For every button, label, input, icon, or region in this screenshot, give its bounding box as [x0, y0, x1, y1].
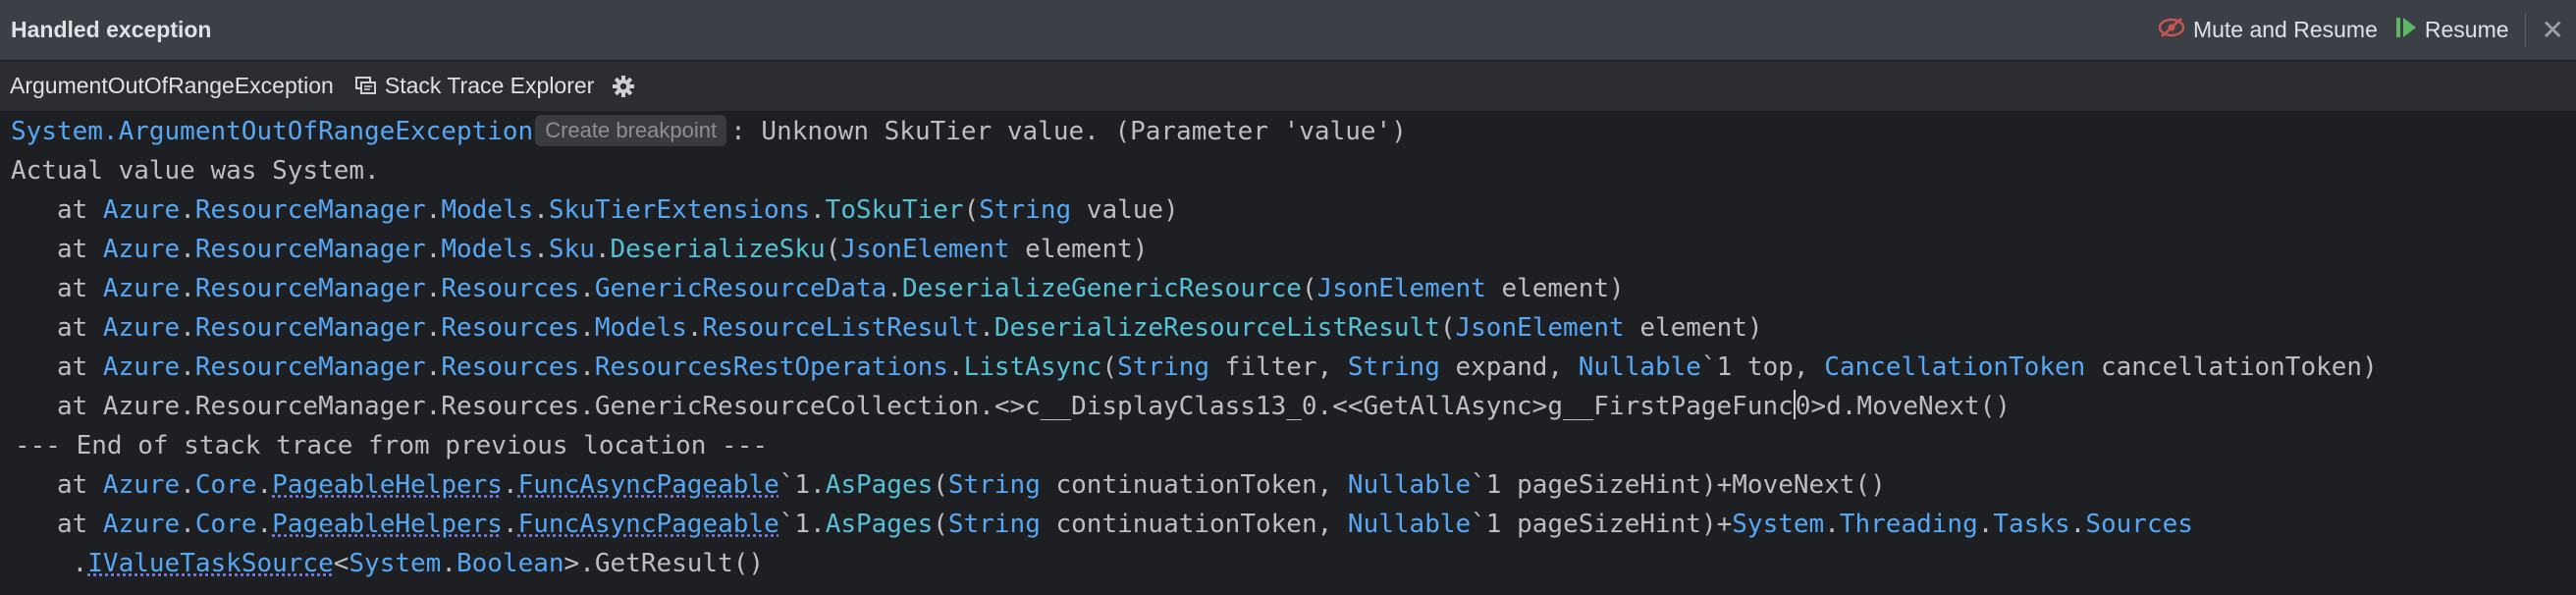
trace-separator: --- End of stack trace from previous loc…: [15, 431, 769, 460]
settings-gear-icon[interactable]: [612, 75, 635, 98]
stack-frame: at Azure.ResourceManager.Models.Sku.Dese…: [11, 235, 1149, 264]
type-link[interactable]: String: [1117, 352, 1209, 382]
resume-icon: [2395, 16, 2417, 45]
namespace-link[interactable]: Resources: [441, 313, 579, 343]
exception-line: System.ArgumentOutOfRangeException Create…: [11, 112, 1407, 151]
stack-frame: at Azure.Core.PageableHelpers.FuncAsyncP…: [11, 470, 1886, 500]
stack-frame: at Azure.ResourceManager.Models.SkuTierE…: [11, 195, 1179, 225]
stack-trace-explorer-label: Stack Trace Explorer: [384, 73, 595, 98]
namespace-link[interactable]: Tasks: [1993, 510, 2069, 539]
stack-trace-explorer-button[interactable]: Stack Trace Explorer: [354, 73, 595, 99]
type-link[interactable]: Sku: [549, 235, 595, 264]
exception-message: : Unknown SkuTier value. (Parameter 'val…: [730, 117, 1407, 146]
type-link[interactable]: JsonElement: [840, 235, 1009, 264]
type-link[interactable]: Nullable: [1348, 470, 1471, 500]
namespace-link[interactable]: System: [349, 549, 441, 578]
type-link[interactable]: Nullable: [1348, 510, 1471, 539]
stack-frame: at Azure.ResourceManager.Resources.Resou…: [11, 352, 2378, 382]
type-link[interactable]: String: [979, 195, 1071, 225]
type-link[interactable]: String: [948, 470, 1041, 500]
type-link[interactable]: GenericResourceData: [595, 274, 886, 303]
stack-trace-view[interactable]: System.ArgumentOutOfRangeException Create…: [0, 112, 2576, 595]
type-link[interactable]: FuncAsyncPageable: [518, 470, 779, 500]
namespace-link[interactable]: Azure: [103, 510, 180, 539]
namespace-link[interactable]: Threading: [1840, 510, 1978, 539]
create-breakpoint-button[interactable]: Create breakpoint: [535, 115, 727, 146]
type-link[interactable]: JsonElement: [1317, 274, 1486, 303]
type-link[interactable]: PageableHelpers: [272, 510, 503, 539]
type-link[interactable]: String: [1348, 352, 1440, 382]
namespace-link[interactable]: Azure: [103, 352, 180, 382]
stack-frame-unresolved: at Azure.ResourceManager.Resources.Gener…: [11, 390, 2011, 421]
stack-frame: at Azure.Core.PageableHelpers.FuncAsyncP…: [11, 510, 2193, 539]
mute-and-resume-button[interactable]: Mute and Resume: [2158, 17, 2378, 44]
namespace-link[interactable]: Azure: [103, 235, 180, 264]
namespace-link[interactable]: Models: [595, 313, 687, 343]
resume-label: Resume: [2424, 17, 2509, 42]
namespace-link[interactable]: Azure: [103, 195, 180, 225]
mute-and-resume-label: Mute and Resume: [2192, 17, 2378, 42]
resume-button[interactable]: Resume: [2395, 16, 2509, 45]
namespace-link[interactable]: Sources: [2085, 510, 2193, 539]
dialog-title: Handled exception: [11, 17, 212, 42]
type-link[interactable]: String: [948, 510, 1041, 539]
exception-header: Handled exception Mute and Resume Resume: [0, 0, 2576, 61]
type-link[interactable]: FuncAsyncPageable: [518, 510, 779, 539]
close-icon[interactable]: ✕: [2542, 14, 2564, 46]
exception-toolbar: ArgumentOutOfRangeException Stack Trace …: [0, 61, 2576, 112]
method-link[interactable]: ToSkuTier: [826, 195, 964, 225]
method-link[interactable]: AsPages: [826, 510, 934, 539]
method-link[interactable]: DeserializeGenericResource: [902, 274, 1302, 303]
method-link[interactable]: ListAsync: [964, 352, 1102, 382]
namespace-link[interactable]: System: [1732, 510, 1824, 539]
exception-name: ArgumentOutOfRangeException: [10, 73, 334, 98]
namespace-link[interactable]: Azure: [103, 274, 180, 303]
namespace-link[interactable]: Models: [441, 195, 533, 225]
namespace-link[interactable]: ResourceManager: [195, 235, 426, 264]
namespace-link[interactable]: ResourceManager: [195, 195, 426, 225]
namespace-link[interactable]: Core: [195, 510, 257, 539]
method-link[interactable]: DeserializeResourceListResult: [994, 313, 1440, 343]
type-link[interactable]: PageableHelpers: [272, 470, 503, 500]
exception-type-link[interactable]: System.ArgumentOutOfRangeException: [11, 117, 533, 146]
stack-frame-continuation: .IValueTaskSource<System.Boolean>.GetRes…: [11, 549, 765, 578]
method-link[interactable]: DeserializeSku: [611, 235, 826, 264]
stack-frame: at Azure.ResourceManager.Resources.Model…: [11, 313, 1763, 343]
namespace-link[interactable]: Resources: [441, 352, 579, 382]
type-link[interactable]: Nullable: [1579, 352, 1701, 382]
type-link[interactable]: ResourcesRestOperations: [595, 352, 948, 382]
mute-breakpoints-icon: [2158, 17, 2185, 44]
namespace-link[interactable]: ResourceManager: [195, 274, 426, 303]
namespace-link[interactable]: Azure: [103, 313, 180, 343]
namespace-link[interactable]: Azure: [103, 470, 180, 500]
type-link[interactable]: SkuTierExtensions: [549, 195, 810, 225]
type-link[interactable]: Boolean: [456, 549, 564, 578]
stack-frame: at Azure.ResourceManager.Resources.Gener…: [11, 274, 1625, 303]
type-link[interactable]: CancellationToken: [1824, 352, 2085, 382]
header-divider: [2524, 13, 2526, 47]
namespace-link[interactable]: Models: [441, 235, 533, 264]
message-continuation: Actual value was System.: [11, 156, 380, 186]
namespace-link[interactable]: Core: [195, 470, 257, 500]
namespace-link[interactable]: ResourceManager: [195, 313, 426, 343]
type-link[interactable]: ResourceListResult: [702, 313, 979, 343]
namespace-link[interactable]: ResourceManager: [195, 352, 426, 382]
type-link[interactable]: JsonElement: [1455, 313, 1624, 343]
namespace-link[interactable]: Resources: [441, 274, 579, 303]
header-actions: Mute and Resume Resume ✕: [2158, 0, 2576, 60]
method-link[interactable]: AsPages: [826, 470, 934, 500]
type-link[interactable]: IValueTaskSource: [87, 549, 333, 578]
stack-trace-explorer-icon: [354, 76, 377, 96]
